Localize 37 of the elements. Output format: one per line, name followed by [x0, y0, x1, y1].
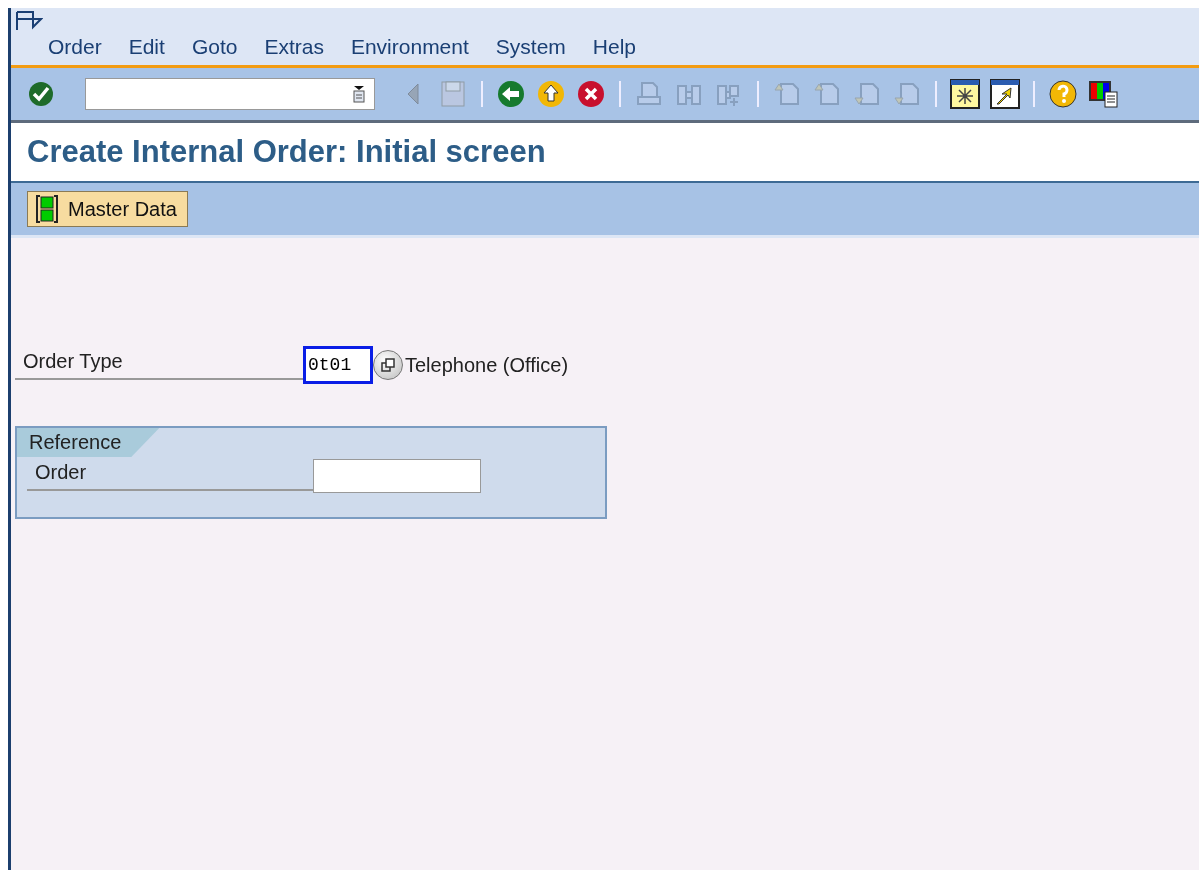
order-field[interactable] — [313, 459, 481, 493]
screen-title: Create Internal Order: Initial screen — [27, 134, 546, 170]
page-down-icon — [893, 80, 921, 108]
group-title: Reference — [17, 428, 160, 457]
left-arrow-icon — [406, 82, 420, 106]
back-icon — [497, 80, 525, 108]
menu-item[interactable]: Help — [592, 35, 637, 59]
check-icon — [28, 81, 54, 107]
order-type-description: Telephone (Office) — [405, 353, 569, 377]
printer-icon — [635, 80, 663, 108]
dropdown-icon — [352, 85, 366, 103]
menu-item[interactable]: Goto — [191, 35, 238, 59]
save-icon — [440, 80, 466, 108]
command-field[interactable] — [85, 78, 375, 110]
layout-icon — [1088, 80, 1118, 108]
toolbar-button[interactable] — [1087, 78, 1119, 110]
menu-item[interactable]: System — [495, 35, 566, 59]
menu-item[interactable]: Environment — [350, 35, 469, 59]
page-up-icon — [813, 80, 841, 108]
master-data-button[interactable]: Master Data — [27, 191, 188, 227]
possible-entries-button[interactable] — [373, 350, 403, 380]
menu-item[interactable]: Edit — [128, 35, 165, 59]
menu-icon[interactable] — [15, 10, 43, 32]
order-type-field[interactable]: 0t01 — [303, 346, 373, 384]
menu-item[interactable]: Extras — [264, 35, 324, 59]
blocks-icon — [36, 195, 58, 223]
help-icon — [1049, 80, 1077, 108]
toolbar-button[interactable] — [1047, 78, 1079, 110]
window-icon — [381, 358, 395, 372]
shortcut-icon — [990, 79, 1020, 109]
new-window-icon — [950, 79, 980, 109]
page-down-icon — [853, 80, 881, 108]
toolbar-button[interactable] — [949, 78, 981, 110]
cancel-icon — [577, 80, 605, 108]
page-up-icon — [773, 80, 801, 108]
menu-item[interactable]: Order — [48, 35, 102, 59]
toolbar-button[interactable] — [989, 78, 1021, 110]
